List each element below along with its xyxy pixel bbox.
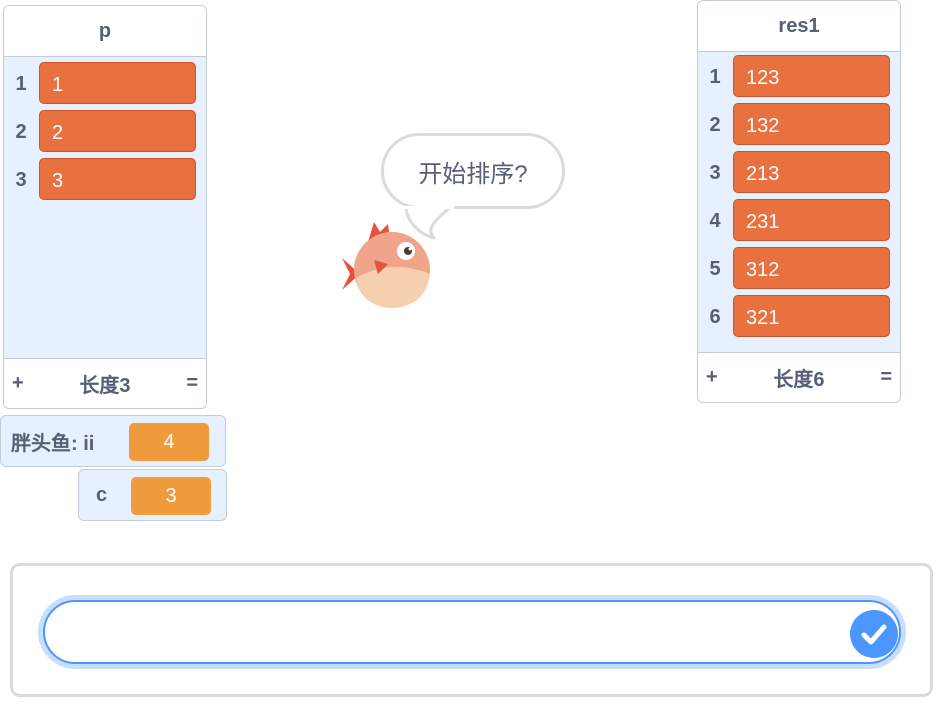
- list-row: 5 312: [698, 247, 900, 291]
- list-item-value[interactable]: 132: [733, 103, 890, 145]
- list-monitor-res1: res1 1 123 2 132 3 213 4 231 5 312 6 321…: [697, 0, 901, 403]
- list-row: 6 321: [698, 295, 900, 339]
- list-item-value[interactable]: 123: [733, 55, 890, 97]
- add-item-button[interactable]: +: [12, 372, 24, 395]
- answer-field[interactable]: [43, 600, 901, 664]
- list-row: 2 2: [4, 110, 206, 154]
- list-row: 2 132: [698, 103, 900, 147]
- list-item-value[interactable]: 231: [733, 199, 890, 241]
- variable-label: 胖头鱼: ii: [11, 432, 95, 455]
- row-index: 2: [709, 113, 721, 136]
- checkmark-icon: [861, 624, 887, 645]
- list-length: 长度3: [79, 375, 131, 397]
- list-item-value[interactable]: 3: [39, 158, 196, 200]
- variable-value: 3: [131, 477, 211, 515]
- row-index: 6: [709, 305, 721, 328]
- list-title: p: [4, 6, 206, 57]
- variable-value: 4: [129, 423, 209, 461]
- resize-handle[interactable]: =: [186, 372, 198, 395]
- list-row: 3 213: [698, 151, 900, 195]
- variable-monitor-ii: 胖头鱼: ii 4: [0, 415, 226, 467]
- list-item-value[interactable]: 321: [733, 295, 890, 337]
- list-footer: + 长度3 =: [4, 358, 206, 408]
- submit-button[interactable]: [850, 610, 898, 658]
- speech-bubble: 开始排序?: [381, 133, 565, 209]
- variable-monitor-c: c 3: [78, 469, 227, 521]
- list-title: res1: [698, 1, 900, 52]
- speech-bubble-tail: [404, 206, 454, 240]
- list-footer: + 长度6 =: [698, 352, 900, 402]
- row-index: 4: [709, 209, 721, 232]
- list-item-value[interactable]: 2: [39, 110, 196, 152]
- resize-handle[interactable]: =: [880, 366, 892, 389]
- ask-prompt-panel: [10, 563, 933, 697]
- list-length: 长度6: [773, 369, 825, 391]
- list-item-value[interactable]: 213: [733, 151, 890, 193]
- list-row: 4 231: [698, 199, 900, 243]
- list-item-value[interactable]: 312: [733, 247, 890, 289]
- row-index: 3: [15, 168, 27, 191]
- list-row: 3 3: [4, 158, 206, 202]
- add-item-button[interactable]: +: [706, 366, 718, 389]
- list-item-value[interactable]: 1: [39, 62, 196, 104]
- row-index: 1: [15, 72, 27, 95]
- list-monitor-p: p 1 1 2 2 3 3 + 长度3 =: [3, 5, 207, 409]
- variable-label: c: [96, 483, 108, 506]
- row-index: 3: [709, 161, 721, 184]
- row-index: 5: [709, 257, 721, 280]
- row-index: 2: [15, 120, 27, 143]
- answer-input[interactable]: [65, 612, 829, 654]
- row-index: 1: [709, 65, 721, 88]
- list-row: 1 123: [698, 55, 900, 99]
- list-row: 1 1: [4, 62, 206, 106]
